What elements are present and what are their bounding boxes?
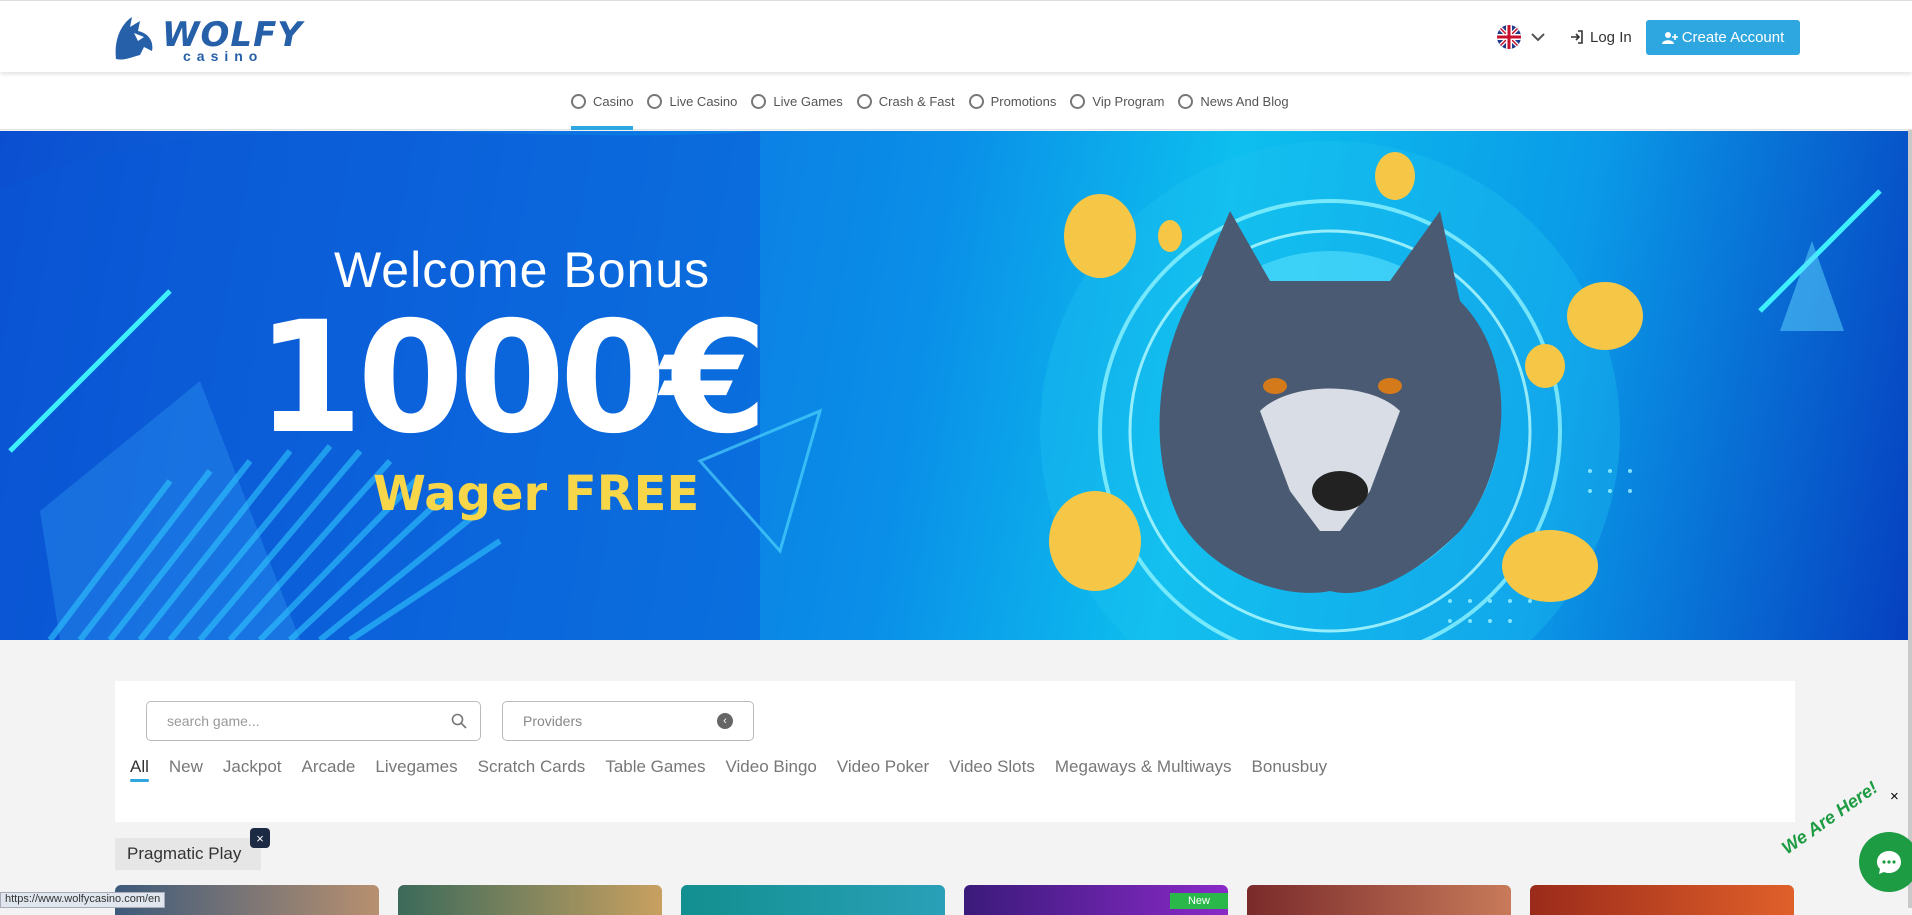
gift-icon: [968, 93, 984, 109]
new-badge: New: [1169, 893, 1228, 909]
welcome-bonus-banner[interactable]: Welcome Bonus 1000€ Wager FREE: [0, 131, 1912, 640]
login-icon: [1571, 30, 1583, 44]
add-user-icon: [1661, 32, 1678, 44]
live-games-icon: [751, 93, 767, 109]
remove-provider-filter-button[interactable]: ×: [250, 828, 270, 848]
chevron-left-icon[interactable]: ‹: [717, 713, 733, 729]
game-tile[interactable]: [398, 885, 662, 915]
game-tile[interactable]: New: [964, 885, 1228, 915]
create-account-label: Create Account: [1681, 29, 1785, 46]
main-nav: Casino Live Casino Live Games Crash & Fa…: [0, 72, 1912, 130]
language-selector[interactable]: [1497, 23, 1555, 51]
nav-item-live-games[interactable]: Live Games: [751, 72, 843, 130]
rocket-icon: [856, 93, 872, 109]
nav-item-news-blog[interactable]: News And Blog: [1178, 72, 1289, 130]
nav-item-crash-fast[interactable]: Crash & Fast: [856, 72, 955, 130]
tab-video-slots[interactable]: Video Slots: [949, 757, 1035, 777]
game-tile[interactable]: [681, 885, 945, 915]
hero-subtitle: Wager FREE: [373, 466, 700, 522]
nav-item-label: Promotions: [990, 93, 1057, 109]
tab-megaways-multiways[interactable]: Megaways & Multiways: [1055, 757, 1232, 777]
uk-flag-icon: [1497, 25, 1521, 49]
nav-item-live-casino[interactable]: Live Casino: [647, 72, 737, 130]
tab-video-poker[interactable]: Video Poker: [837, 757, 929, 777]
chat-close-button[interactable]: ×: [1890, 788, 1899, 805]
tab-arcade[interactable]: Arcade: [302, 757, 356, 777]
tab-bonusbuy[interactable]: Bonusbuy: [1252, 757, 1328, 777]
create-account-button[interactable]: Create Account: [1646, 20, 1800, 55]
provider-filter-tag: Pragmatic Play: [115, 838, 261, 870]
chevron-down-icon: [1531, 32, 1545, 41]
nav-item-label: Live Games: [773, 93, 843, 109]
tab-scratch-cards[interactable]: Scratch Cards: [478, 757, 586, 777]
status-bar-url: https://www.wolfycasino.com/en: [0, 892, 166, 908]
nav-item-label: Crash & Fast: [878, 93, 955, 109]
tab-jackpot[interactable]: Jackpot: [223, 757, 282, 777]
category-tabs: All New Jackpot Arcade Livegames Scratch…: [130, 757, 1328, 782]
tab-all[interactable]: All: [130, 757, 149, 782]
nav-item-label: Vip Program: [1092, 93, 1165, 109]
top-header: WOLFY casino Log In Create Account: [0, 0, 1912, 72]
providers-label: Providers: [523, 713, 583, 729]
live-casino-icon: [647, 93, 663, 109]
live-chat-button[interactable]: [1859, 832, 1912, 892]
tab-new[interactable]: New: [169, 757, 203, 777]
search-input[interactable]: [146, 701, 481, 741]
news-icon: [1178, 93, 1194, 109]
wolfy-logo[interactable]: WOLFY casino: [110, 11, 302, 65]
nav-items: Casino Live Casino Live Games Crash & Fa…: [571, 72, 1303, 130]
nav-item-label: News And Blog: [1200, 93, 1289, 109]
login-button[interactable]: Log In: [1570, 23, 1632, 51]
logo-subtext: casino: [183, 48, 264, 64]
nav-item-casino[interactable]: Casino: [571, 72, 634, 130]
page-scrollbar[interactable]: [1908, 0, 1912, 908]
game-tile[interactable]: [1530, 885, 1794, 915]
game-tile[interactable]: [1247, 885, 1511, 915]
nav-item-vip-program[interactable]: Vip Program: [1070, 72, 1164, 130]
game-filters-panel: Providers ‹ All New Jackpot Arcade Liveg…: [115, 681, 1795, 822]
login-label: Log In: [1590, 28, 1632, 46]
tab-table-games[interactable]: Table Games: [605, 757, 705, 777]
providers-select[interactable]: Providers ‹: [502, 701, 754, 741]
nav-item-label: Live Casino: [669, 93, 738, 109]
nav-item-label: Casino: [593, 93, 634, 109]
provider-tag-label: Pragmatic Play: [127, 844, 242, 863]
chat-bubble-icon: [1877, 851, 1901, 874]
hero-bonus-amount: 1000€: [256, 289, 768, 468]
nav-item-promotions[interactable]: Promotions: [968, 72, 1057, 130]
crown-icon: [1070, 93, 1086, 109]
search-icon[interactable]: [451, 713, 467, 729]
casino-chip-icon: [571, 93, 586, 109]
tab-video-bingo[interactable]: Video Bingo: [725, 757, 816, 777]
wolf-logo-icon: [115, 17, 153, 60]
tab-livegames[interactable]: Livegames: [375, 757, 457, 777]
